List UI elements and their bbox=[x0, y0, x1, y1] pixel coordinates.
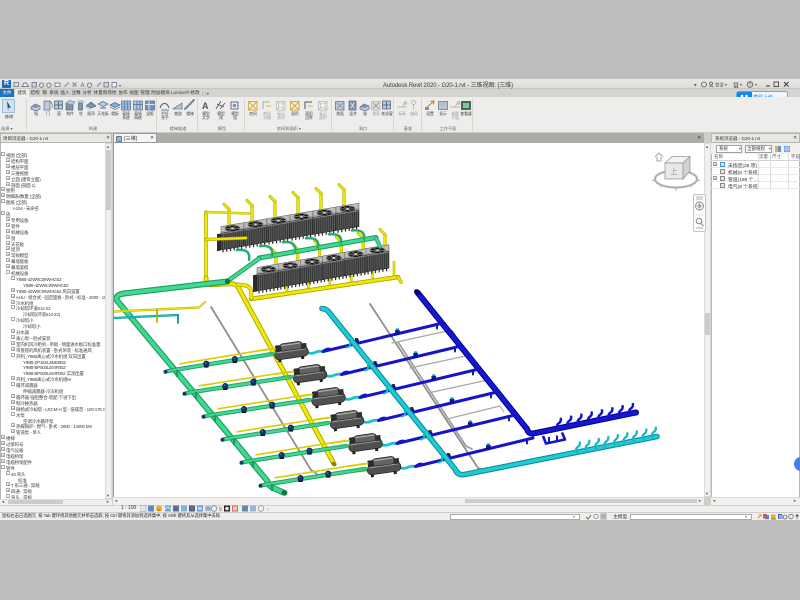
svg-text:上: 上 bbox=[671, 167, 678, 176]
svg-text:▾: ▾ bbox=[740, 82, 742, 87]
svg-text:登录: 登录 bbox=[715, 82, 724, 88]
svg-text:▾: ▾ bbox=[725, 82, 727, 87]
svg-text:A: A bbox=[202, 101, 209, 111]
svg-text:▾: ▾ bbox=[755, 82, 757, 87]
svg-text:A: A bbox=[81, 83, 85, 88]
svg-text:?: ? bbox=[749, 83, 752, 89]
svg-text:▾: ▾ bbox=[119, 83, 121, 88]
svg-text:▾: ▾ bbox=[694, 83, 697, 89]
